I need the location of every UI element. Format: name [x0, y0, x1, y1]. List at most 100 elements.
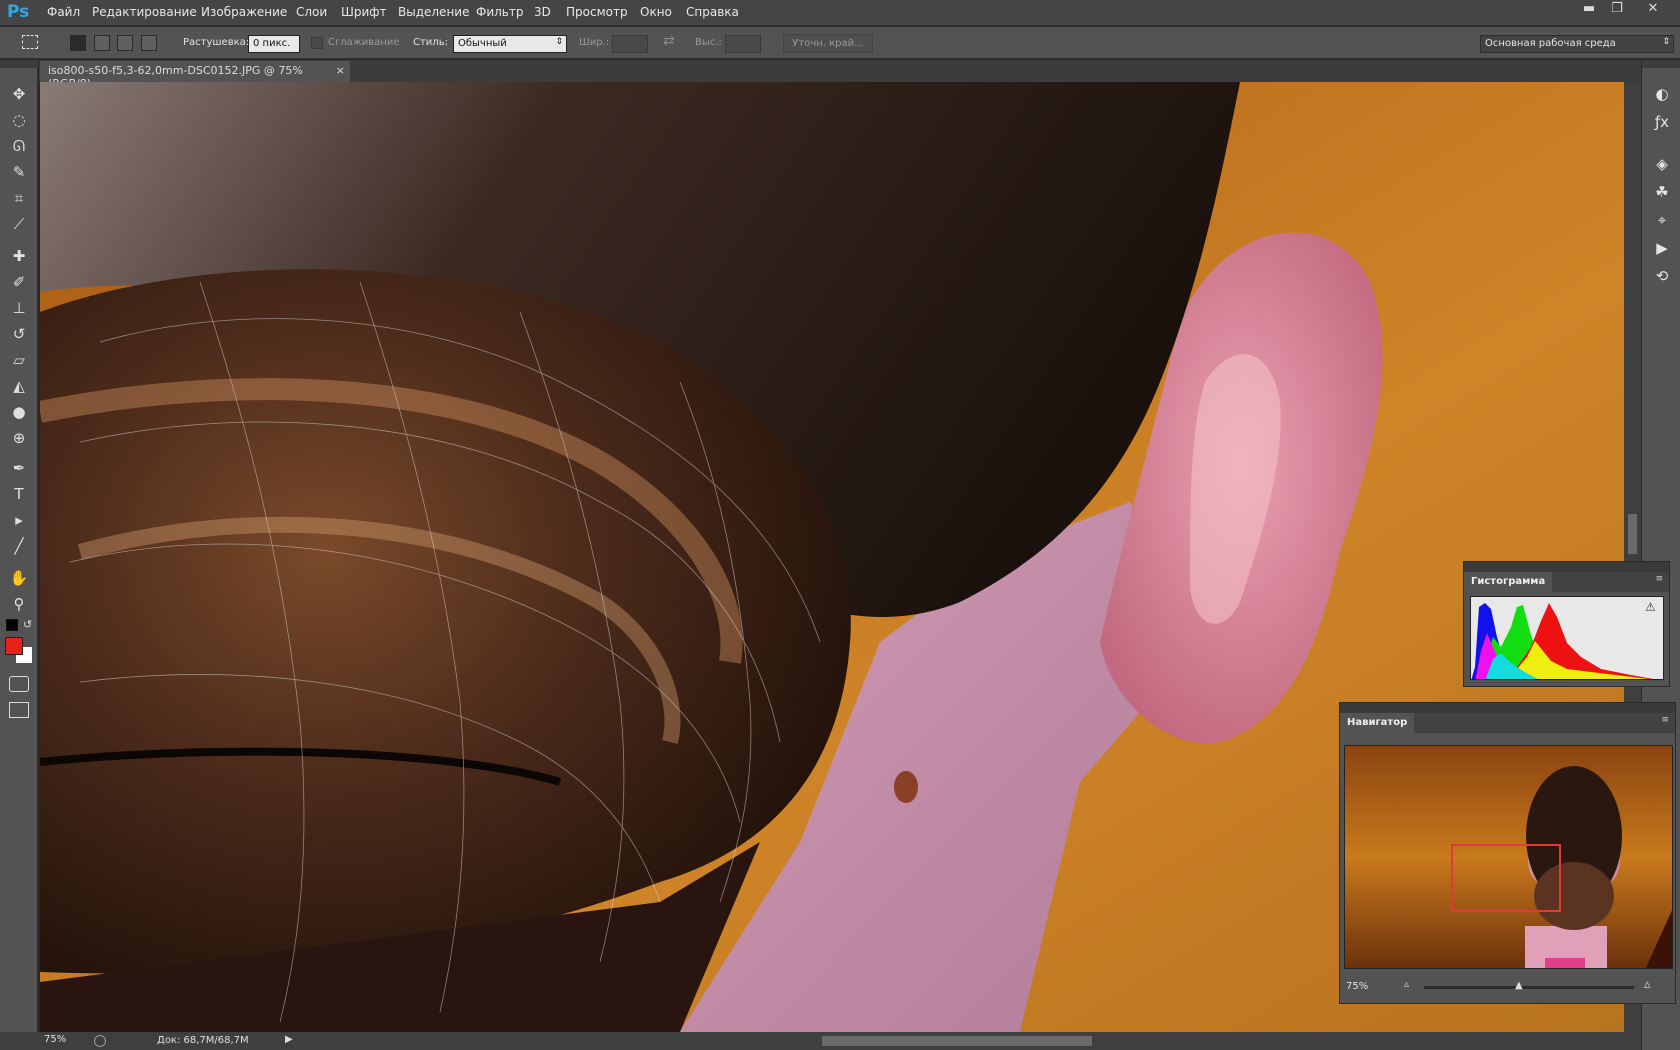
height-label: Выс.:: [695, 37, 722, 48]
zoom-slider-track[interactable]: [1424, 986, 1634, 989]
move-icon[interactable]: ✥: [8, 84, 30, 104]
width-input[interactable]: [612, 35, 648, 53]
photoshop-logo: Ps: [7, 2, 30, 22]
histogram-panel-menu-icon[interactable]: ≡: [1655, 574, 1663, 584]
history-dock-icon[interactable]: ⟲: [1652, 266, 1672, 286]
marquee-tool-preset-icon[interactable]: [22, 35, 38, 49]
paint-bucket-icon[interactable]: ◭: [8, 376, 30, 396]
new-selection-icon[interactable]: [70, 35, 86, 51]
workspace-arrows-icon: ⇕: [1662, 37, 1670, 47]
path-select-icon[interactable]: ▸: [8, 510, 30, 530]
line-icon[interactable]: ╱: [8, 536, 30, 556]
menu-image[interactable]: Изображение: [201, 5, 287, 19]
menu-help[interactable]: Справка: [686, 5, 739, 19]
pen-icon[interactable]: ✒: [8, 458, 30, 478]
menu-filter[interactable]: Фильтр: [476, 5, 523, 19]
zoom-icon[interactable]: ⚲: [8, 594, 30, 614]
menu-edit[interactable]: Редактирование: [92, 5, 197, 19]
intersect-selection-icon[interactable]: [141, 35, 157, 51]
subtract-selection-icon[interactable]: [117, 35, 133, 51]
workspace-select[interactable]: Основная рабочая среда ⇕: [1480, 35, 1674, 53]
blur-icon[interactable]: ●: [8, 402, 30, 422]
styles-dock-icon[interactable]: ƒx: [1652, 112, 1672, 132]
foreground-color-swatch[interactable]: [5, 637, 23, 655]
marquee-icon[interactable]: ◌: [8, 110, 30, 130]
brush-icon[interactable]: ✐: [8, 272, 30, 292]
toolbox-grip[interactable]: [0, 60, 38, 68]
zoom-slider-thumb[interactable]: ▲: [1515, 980, 1523, 991]
histogram-tab[interactable]: Гистограмма: [1464, 572, 1553, 592]
quick-select-icon[interactable]: ✎: [8, 162, 30, 182]
toolbox: ✥ ◌ ᘏ ✎ ⌗ ⟋ ✚ ✐ ⊥ ↺ ▱ ◭ ● ⊕ ✒ T ▸ ╱ ✋ ⚲ ↺: [0, 60, 38, 1050]
add-to-selection-icon[interactable]: [94, 35, 110, 51]
antialias-checkbox[interactable]: [311, 37, 323, 49]
width-label: Шир.:: [579, 37, 610, 48]
document-tab[interactable]: iso800-s50-f5,3-62,0mm-DSC0152.JPG @ 75%…: [40, 61, 350, 90]
eyedropper-icon[interactable]: ⟋: [8, 214, 30, 234]
channels-dock-icon[interactable]: ☘: [1652, 182, 1672, 202]
feather-input[interactable]: 0 пикс.: [248, 35, 300, 53]
status-zoom[interactable]: 75%: [44, 1034, 66, 1045]
horizontal-scroll-thumb[interactable]: [822, 1036, 1092, 1046]
menu-layers[interactable]: Слои: [296, 5, 327, 19]
select-arrows-icon: ⇕: [555, 37, 563, 47]
navigator-dock-icon[interactable]: ◐: [1652, 84, 1672, 104]
status-bar: 75% Док: 68,7M/68,7M ▶: [0, 1032, 1641, 1050]
navigator-tab[interactable]: Навигатор: [1340, 713, 1415, 733]
feather-label: Растушевка:: [183, 37, 250, 48]
menu-view[interactable]: Просмотр: [566, 5, 628, 19]
default-colors-icon[interactable]: [6, 619, 18, 631]
menu-select[interactable]: Выделение: [398, 5, 469, 19]
hand-icon[interactable]: ✋: [8, 568, 30, 588]
minimize-button[interactable]: ▬: [1576, 0, 1602, 18]
style-select[interactable]: Обычный ⇕: [453, 35, 567, 53]
swap-dimensions-icon[interactable]: ⇄: [663, 33, 675, 49]
height-input[interactable]: [725, 35, 761, 53]
navigator-panel: Навигатор ≡ 75% ▵ ▲ ▵: [1339, 702, 1676, 1004]
histogram-graph: ⚠: [1470, 596, 1664, 680]
zoom-out-icon[interactable]: ▵: [1404, 979, 1409, 990]
quick-mask-icon[interactable]: [9, 676, 29, 692]
lasso-icon[interactable]: ᘏ: [8, 136, 30, 156]
close-document-icon[interactable]: ×: [336, 64, 345, 77]
restore-button[interactable]: ❐: [1604, 0, 1630, 18]
history-brush-icon[interactable]: ↺: [8, 324, 30, 344]
dodge-icon[interactable]: ⊕: [8, 428, 30, 448]
close-window-button[interactable]: ✕: [1640, 0, 1666, 18]
dock-grip[interactable]: [1642, 60, 1680, 68]
eraser-icon[interactable]: ▱: [8, 350, 30, 370]
swap-colors-icon[interactable]: ↺: [23, 618, 32, 631]
menu-window[interactable]: Окно: [640, 5, 672, 19]
histogram-chart: [1471, 603, 1654, 679]
histogram-cache-warning-icon[interactable]: ⚠: [1645, 600, 1656, 614]
menu-file[interactable]: Файл: [47, 5, 80, 19]
navigator-panel-header[interactable]: [1340, 703, 1675, 713]
layers-dock-icon[interactable]: ◈: [1652, 154, 1672, 174]
status-menu-arrow-icon[interactable]: ▶: [285, 1034, 293, 1045]
menu-type[interactable]: Шрифт: [341, 5, 387, 19]
navigator-view-box[interactable]: [1451, 844, 1561, 912]
zoom-in-icon[interactable]: ▵: [1644, 977, 1651, 992]
antialias-label: Сглаживание: [328, 37, 400, 48]
healing-brush-icon[interactable]: ✚: [8, 246, 30, 266]
clone-stamp-icon[interactable]: ⊥: [8, 298, 30, 318]
type-icon[interactable]: T: [8, 484, 30, 504]
vertical-scroll-thumb[interactable]: [1628, 514, 1637, 554]
style-label: Стиль:: [413, 37, 448, 48]
style-select-value: Обычный: [458, 38, 507, 49]
crop-icon[interactable]: ⌗: [8, 188, 30, 208]
menu-bar: Ps Файл Редактирование Изображение Слои …: [0, 0, 1680, 26]
navigator-panel-menu-icon[interactable]: ≡: [1661, 715, 1669, 725]
navigator-zoom-value[interactable]: 75%: [1346, 981, 1368, 992]
workspace-select-value: Основная рабочая среда: [1485, 38, 1616, 49]
refine-edge-button[interactable]: Уточн. край...: [783, 34, 873, 53]
histogram-panel-header[interactable]: [1464, 562, 1669, 572]
status-doc-size: Док: 68,7M/68,7M: [157, 1035, 249, 1046]
navigator-thumbnail[interactable]: [1344, 745, 1673, 969]
actions-dock-icon[interactable]: ▶: [1652, 238, 1672, 258]
menu-3d[interactable]: 3D: [534, 5, 551, 19]
paths-dock-icon[interactable]: ⌖: [1652, 210, 1672, 230]
histogram-panel: Гистограмма ≡ ⚠: [1463, 561, 1670, 687]
status-info-icon[interactable]: [94, 1035, 106, 1047]
screen-mode-icon[interactable]: [9, 702, 29, 718]
